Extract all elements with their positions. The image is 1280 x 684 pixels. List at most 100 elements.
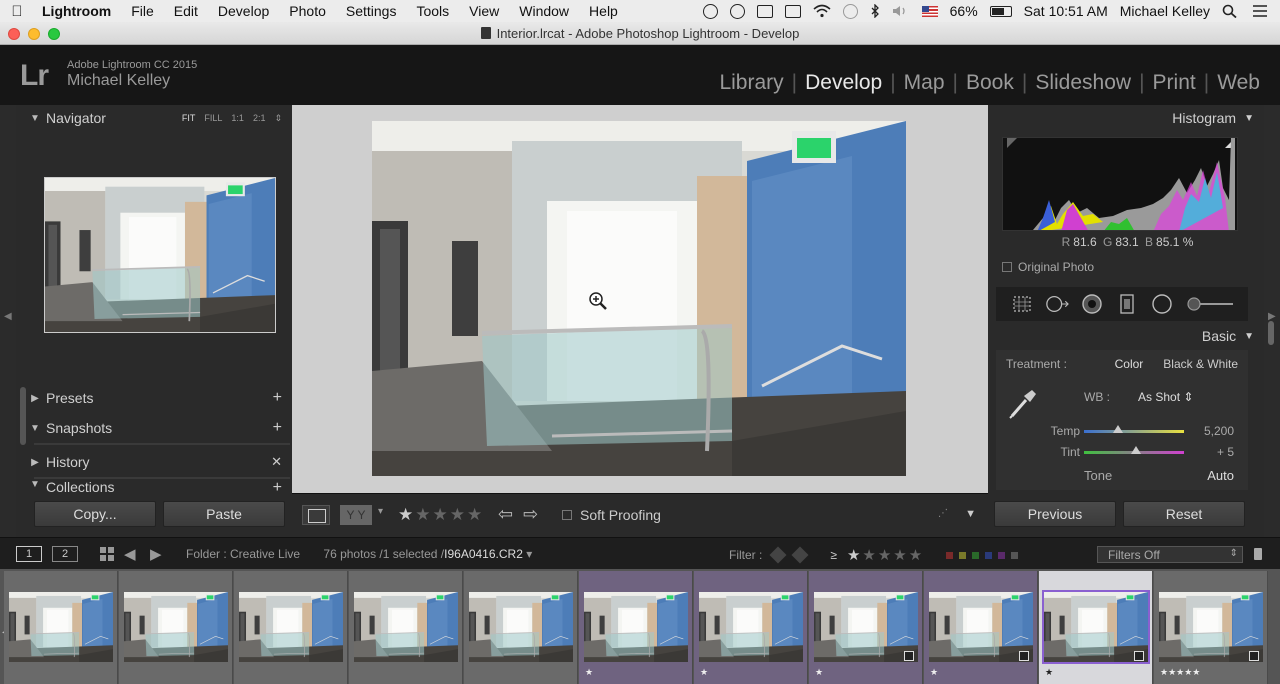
navigator-preview[interactable] xyxy=(44,177,276,333)
filmstrip[interactable]: ◀ xyxy=(0,569,1280,684)
menu-develop[interactable]: Develop xyxy=(208,3,279,19)
color-label-purple-icon[interactable] xyxy=(998,551,1006,559)
clock[interactable]: Sat 10:51 AM xyxy=(1024,3,1108,19)
clear-history-icon[interactable]: ✕ xyxy=(271,454,282,470)
main-photo[interactable] xyxy=(372,121,906,476)
notification-center-icon[interactable] xyxy=(1252,4,1270,18)
treatment-bw-option[interactable]: Black & White xyxy=(1163,357,1238,371)
histogram-header[interactable]: Histogram ▼ xyxy=(1172,105,1254,131)
module-library[interactable]: Library xyxy=(711,71,791,95)
radial-filter-tool-icon[interactable] xyxy=(1150,293,1174,315)
menu-edit[interactable]: Edit xyxy=(164,3,208,19)
filter-star-icon[interactable]: ★ xyxy=(847,547,862,564)
rating-operator-icon[interactable]: ≥ xyxy=(830,548,837,562)
menu-view[interactable]: View xyxy=(459,3,509,19)
filmstrip-thumbnail[interactable]: ★ xyxy=(924,571,1038,684)
wb-select[interactable]: As Shot ⇕ xyxy=(1138,390,1193,404)
red-eye-tool-icon[interactable] xyxy=(1080,293,1104,315)
filmstrip-thumbnail[interactable]: ★ xyxy=(579,571,693,684)
collapse-triangle-icon[interactable]: ▼ xyxy=(1244,113,1254,124)
right-panel-scrollbar[interactable] xyxy=(1268,321,1274,345)
grid-view-icon[interactable] xyxy=(100,547,114,561)
module-slideshow[interactable]: Slideshow xyxy=(1027,71,1139,95)
minimize-window-button[interactable] xyxy=(28,28,40,40)
filmstrip-thumbnail[interactable]: ★ xyxy=(694,571,808,684)
zoom-fill[interactable]: FILL xyxy=(204,113,222,124)
module-web[interactable]: Web xyxy=(1209,71,1268,95)
menu-help[interactable]: Help xyxy=(579,3,628,19)
module-print[interactable]: Print xyxy=(1145,71,1204,95)
menu-photo[interactable]: Photo xyxy=(279,3,336,19)
add-collection-icon[interactable]: + xyxy=(273,479,282,495)
filmstrip-thumbnail[interactable] xyxy=(119,571,233,684)
basic-header[interactable]: Basic ▼ xyxy=(1202,323,1254,349)
volume-icon[interactable] xyxy=(892,4,910,18)
crop-tool-icon[interactable] xyxy=(1010,293,1034,315)
close-window-button[interactable] xyxy=(8,28,20,40)
rating-star-5[interactable]: ★ xyxy=(467,505,484,524)
left-panel-toggle[interactable]: ◀ xyxy=(0,105,16,537)
bluetooth-icon[interactable] xyxy=(870,3,880,19)
adjustment-brush-tool-icon[interactable] xyxy=(1185,293,1235,315)
collapse-triangle-icon[interactable]: ▼ xyxy=(24,423,46,434)
gamepad-icon[interactable] xyxy=(702,3,718,19)
edited-badge-icon[interactable] xyxy=(1134,651,1144,661)
temp-slider-track[interactable] xyxy=(1084,430,1184,433)
star-rating[interactable]: ★★★★★ xyxy=(398,505,484,525)
history-header[interactable]: ▶ History ✕ xyxy=(16,449,292,475)
filmstrip-thumbnail[interactable] xyxy=(234,571,348,684)
resize-grip-icon[interactable]: ⋰ xyxy=(938,508,948,519)
source-info[interactable]: Folder : Creative Live 76 photos /1 sele… xyxy=(186,547,532,561)
loupe-view-button[interactable] xyxy=(302,505,330,525)
filmstrip-thumbnail[interactable]: ★★★★★ xyxy=(1154,571,1268,684)
navigator-header[interactable]: ▼ Navigator FIT FILL 1:1 2:1 ⇕ xyxy=(16,105,292,131)
zoom-window-button[interactable] xyxy=(48,28,60,40)
expand-triangle-icon[interactable]: ▶ xyxy=(24,393,46,404)
menu-tools[interactable]: Tools xyxy=(406,3,459,19)
loupe-view[interactable] xyxy=(292,105,988,493)
collapse-triangle-icon[interactable]: ▼ xyxy=(1244,331,1254,342)
module-map[interactable]: Map xyxy=(896,71,953,95)
filter-star-icon[interactable]: ★ xyxy=(893,547,908,564)
add-snapshot-icon[interactable]: + xyxy=(273,419,282,437)
expand-triangle-icon[interactable]: ▶ xyxy=(24,457,46,468)
soft-proofing-checkbox[interactable] xyxy=(562,510,572,520)
toolbar-menu-icon[interactable]: ▼ xyxy=(965,508,976,520)
module-book[interactable]: Book xyxy=(958,71,1022,95)
rating-star-4[interactable]: ★ xyxy=(450,505,467,524)
airplay-icon[interactable] xyxy=(784,4,801,18)
menubar-user[interactable]: Michael Kelley xyxy=(1120,3,1210,19)
color-label-blue-icon[interactable] xyxy=(985,551,993,559)
edited-badge-icon[interactable] xyxy=(1249,651,1259,661)
filter-preset-select[interactable]: Filters Off xyxy=(1097,546,1243,563)
reset-button[interactable]: Reset xyxy=(1123,501,1245,527)
filter-star-icon[interactable]: ★ xyxy=(909,547,924,564)
screen-icon[interactable] xyxy=(756,4,773,18)
filter-star-icon[interactable]: ★ xyxy=(862,547,877,564)
forward-arrow-icon[interactable]: ▶ xyxy=(150,545,162,563)
apple-icon[interactable]:  xyxy=(0,3,34,20)
pick-flag-icon[interactable] xyxy=(769,546,787,564)
rating-star-1[interactable]: ★ xyxy=(398,505,415,524)
snapshots-header[interactable]: ▼ Snapshots + xyxy=(16,415,292,441)
zoom-stepper-icon[interactable]: ⇕ xyxy=(274,113,282,124)
wb-eyedropper-icon[interactable] xyxy=(1006,386,1038,420)
collapse-triangle-icon[interactable]: ▼ xyxy=(24,113,46,124)
filmstrip-thumbnail[interactable]: ★ xyxy=(1039,571,1153,684)
color-label-yellow-icon[interactable] xyxy=(959,551,967,559)
menu-app[interactable]: Lightroom xyxy=(34,3,121,19)
original-photo-checkbox[interactable] xyxy=(1002,262,1012,272)
reject-flag-icon[interactable] xyxy=(791,546,809,564)
graduated-filter-tool-icon[interactable] xyxy=(1115,293,1139,315)
wifi-icon[interactable] xyxy=(813,4,831,18)
primary-window-button[interactable]: 1 xyxy=(16,546,42,562)
back-arrow-icon[interactable]: ◀ xyxy=(124,545,136,563)
creative-cloud-icon[interactable] xyxy=(729,3,745,19)
soft-proofing-toggle[interactable]: Soft Proofing xyxy=(562,507,661,523)
filmstrip-thumbnail[interactable] xyxy=(4,571,118,684)
tint-slider-thumb[interactable] xyxy=(1131,446,1141,454)
module-develop[interactable]: Develop xyxy=(797,71,890,95)
zoom-fit[interactable]: FIT xyxy=(182,113,196,124)
previous-button[interactable]: Previous xyxy=(994,501,1116,527)
filmstrip-thumbnail[interactable]: ★ xyxy=(809,571,923,684)
